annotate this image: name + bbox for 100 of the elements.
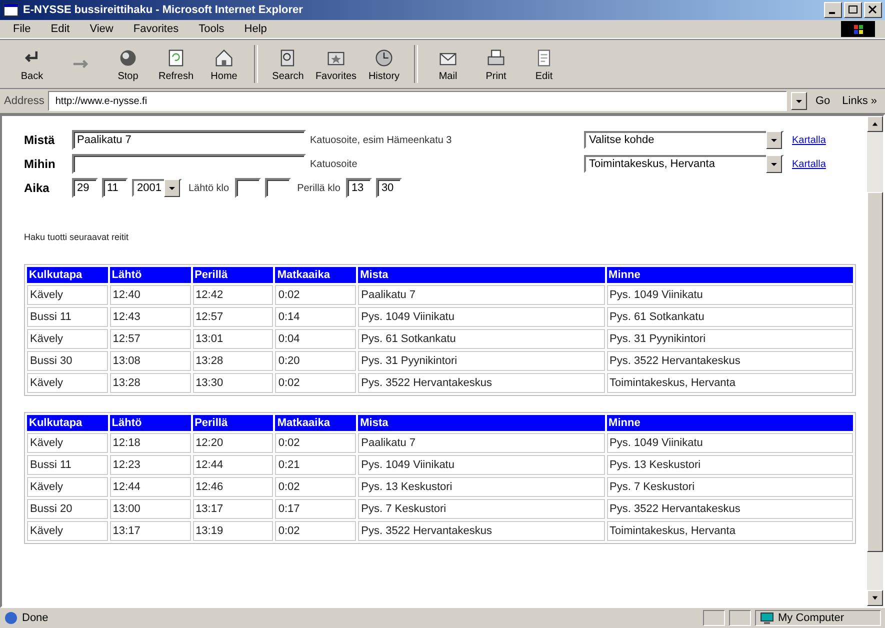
table-cell: 0:20 (275, 351, 356, 371)
destination-select[interactable]: Toimintakeskus, Hervanta (584, 155, 784, 173)
table-cell: 12:57 (192, 307, 274, 327)
field-label: Aika (24, 181, 50, 195)
field-label: Mihin (24, 157, 56, 171)
table-cell: Kävely (27, 433, 108, 453)
scroll-up-icon[interactable] (867, 116, 883, 132)
day-input[interactable]: 29 (72, 178, 98, 198)
table-cell: Pys. 13 Keskustori (606, 455, 853, 475)
table-cell: Paalikatu 7 (358, 285, 605, 305)
year-select[interactable]: 2001 (132, 179, 182, 197)
field-hint: Katuosoite, esim Hämeenkatu 3 (310, 134, 453, 146)
table-cell: 13:28 (110, 373, 191, 393)
address-input[interactable]: Paalikatu 7 (72, 130, 306, 150)
table-cell: Pys. 31 Pyynikintori (606, 329, 853, 349)
table-cell: Pys. 13 Keskustori (358, 477, 605, 497)
status-pane (703, 610, 725, 626)
table-cell: 12:44 (192, 455, 274, 475)
table-cell: 13:00 (110, 499, 191, 519)
toolbar-button[interactable]: Refresh (154, 44, 198, 84)
departure-label: Lähtö klo (188, 182, 230, 194)
toolbar-button[interactable]: Back (10, 44, 54, 84)
links-button[interactable]: Links » (838, 95, 881, 107)
column-header: Perillä (192, 267, 274, 283)
table-cell: 0:14 (275, 307, 356, 327)
table-cell: Paalikatu 7 (358, 433, 605, 453)
table-cell: Pys. 1049 Viinikatu (606, 433, 853, 453)
table-cell: Kävely (27, 329, 108, 349)
toolbar-button[interactable]: Print (474, 44, 518, 84)
table-cell: Kävely (27, 285, 108, 305)
table-cell: Toimintakeskus, Hervanta (606, 521, 853, 541)
destination-select[interactable]: Valitse kohde (584, 131, 784, 149)
column-header: Lähtö (110, 267, 191, 283)
table-cell: 0:02 (275, 477, 356, 497)
page-icon (4, 611, 18, 625)
table-cell: 0:21 (275, 455, 356, 475)
field-hint: Katuosoite (310, 158, 358, 170)
window-title: E-NYSSE bussireittihaku - Microsoft Internet Explorer (23, 4, 304, 16)
scrollbar-thumb[interactable] (867, 192, 883, 552)
menu-item[interactable]: View (86, 22, 116, 36)
table-cell: 12:46 (192, 477, 274, 497)
close-icon[interactable] (864, 2, 882, 18)
column-header: Matkaaika (275, 267, 356, 283)
toolbar-button[interactable]: Edit (522, 44, 566, 84)
computer-icon (760, 611, 774, 625)
toolbar-button[interactable]: Search (266, 44, 310, 84)
map-link[interactable]: Kartalla (792, 158, 826, 170)
toolbar-button[interactable]: Favorites (314, 44, 358, 84)
table-cell: Pys. 61 Sotkankatu (358, 329, 605, 349)
table-cell: 12:43 (110, 307, 191, 327)
table-cell: 13:01 (192, 329, 274, 349)
table-cell: Kävely (27, 521, 108, 541)
hour-input[interactable]: 13 (346, 178, 372, 198)
column-header: Kulkutapa (27, 267, 108, 283)
table-cell: Toimintakeskus, Hervanta (606, 373, 853, 393)
table-cell: Kävely (27, 373, 108, 393)
windows-logo-icon (841, 21, 875, 37)
menu-item[interactable]: File (10, 22, 34, 36)
table-cell: 13:19 (192, 521, 274, 541)
month-input[interactable]: 11 (102, 178, 128, 198)
table-cell: Pys. 3522 Hervantakeskus (358, 373, 605, 393)
menu-item[interactable]: Help (241, 22, 270, 36)
table-cell: 0:04 (275, 329, 356, 349)
table-cell: 13:30 (192, 373, 274, 393)
status-pane (729, 610, 751, 626)
table-cell: 0:02 (275, 285, 356, 305)
scroll-down-icon[interactable] (867, 590, 883, 606)
table-cell: Bussi 11 (27, 307, 108, 327)
minute-input[interactable]: 30 (376, 178, 402, 198)
browser-icon (3, 2, 19, 18)
table-cell: 13:08 (110, 351, 191, 371)
column-header: Minne (606, 415, 853, 431)
table-cell: Pys. 7 Keskustori (358, 499, 605, 519)
minimize-icon[interactable] (824, 2, 842, 18)
column-header: Mista (358, 415, 605, 431)
table-cell: 0:02 (275, 521, 356, 541)
toolbar-button[interactable]: History (362, 44, 406, 84)
toolbar-button[interactable]: Mail (426, 44, 470, 84)
map-link[interactable]: Kartalla (792, 134, 826, 146)
table-cell: Pys. 7 Keskustori (606, 477, 853, 497)
menu-item[interactable]: Favorites (130, 22, 182, 36)
menu-item[interactable]: Edit (48, 22, 73, 36)
toolbar-button[interactable]: Home (202, 44, 246, 84)
table-cell: Pys. 3522 Hervantakeskus (606, 499, 853, 519)
column-header: Matkaaika (275, 415, 356, 431)
arrival-label: Perillä klo (297, 182, 340, 194)
table-cell: Bussi 30 (27, 351, 108, 371)
table-cell: Pys. 3522 Hervantakeskus (358, 521, 605, 541)
address-field[interactable]: http://www.e-nysse.fi (48, 91, 788, 111)
table-cell: 12:57 (110, 329, 191, 349)
table-cell: 12:18 (110, 433, 191, 453)
maximize-icon[interactable] (844, 2, 862, 18)
table-cell: Kävely (27, 477, 108, 497)
table-cell: 13:28 (192, 351, 274, 371)
table-cell: Bussi 20 (27, 499, 108, 519)
toolbar-button[interactable]: Stop (106, 44, 150, 84)
go-button[interactable]: Go (811, 95, 834, 107)
menu-item[interactable]: Tools (196, 22, 228, 36)
column-header: Kulkutapa (27, 415, 108, 431)
column-header: Minne (606, 267, 853, 283)
